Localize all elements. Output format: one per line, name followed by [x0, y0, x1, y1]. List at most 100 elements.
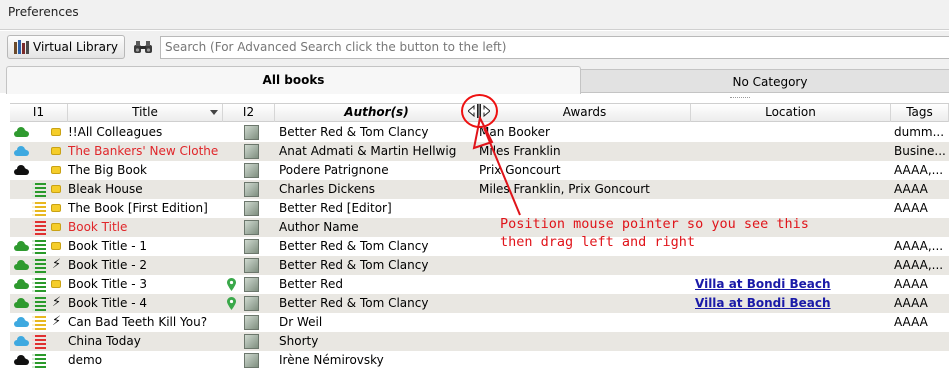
location-link[interactable]: Villa at Bondi Beach: [695, 277, 831, 291]
author-cell: Better Red [Editor]: [279, 201, 392, 215]
yellow-status-icon: [51, 204, 61, 212]
list-icon: [32, 354, 46, 368]
location-cell: [695, 123, 891, 142]
map-pin-icon: [227, 278, 236, 291]
sort-descending-icon: [210, 110, 218, 115]
yellow-status-icon: [51, 280, 61, 288]
title-cell: Book Title - 4: [68, 296, 147, 310]
virtual-library-button[interactable]: Virtual Library: [7, 35, 125, 59]
author-cell: Better Red & Tom Clancy: [279, 258, 429, 272]
books-icon: [14, 40, 29, 54]
preferences-title[interactable]: Preferences: [8, 5, 79, 19]
table-row[interactable]: demo Irène Némirovsky: [10, 351, 949, 370]
author-avatar: [244, 144, 259, 159]
author-cell: Better Red: [279, 277, 343, 291]
tags-cell: AAAA: [894, 182, 928, 196]
list-icon: [32, 259, 46, 273]
tags-cell: AAAA,...: [894, 163, 944, 177]
list-icon: [32, 202, 46, 216]
location-cell: Villa at Bondi Beach: [695, 275, 891, 294]
yellow-status-icon: [51, 147, 61, 155]
column-header-i2[interactable]: I2: [223, 104, 275, 122]
column-header-i1[interactable]: I1: [10, 104, 68, 122]
list-icon: [32, 240, 46, 254]
column-header-location[interactable]: Location: [691, 104, 891, 122]
tab-all-books[interactable]: All books: [6, 66, 581, 94]
author-avatar: [244, 220, 259, 235]
cloud-sync-icon: [14, 317, 29, 327]
author-avatar: [244, 163, 259, 178]
author-avatar: [244, 201, 259, 216]
awards-cell: [479, 294, 691, 313]
location-cell: [695, 142, 891, 161]
awards-cell: [479, 256, 691, 275]
title-cell: The Big Book: [68, 163, 147, 177]
author-avatar: [244, 258, 259, 273]
yellow-status-icon: [51, 128, 61, 136]
map-pin-icon: [227, 297, 236, 310]
tags-cell: AAAA,...: [894, 239, 944, 253]
lightning-icon: ⚡: [52, 314, 62, 329]
tags-cell: AAAA: [894, 277, 928, 291]
title-cell: demo: [68, 353, 103, 367]
cloud-sync-icon: [14, 279, 29, 289]
list-icon: [32, 278, 46, 292]
author-cell: Author Name: [279, 220, 359, 234]
location-cell: [695, 161, 891, 180]
cloud-sync-icon: [14, 146, 29, 156]
location-link[interactable]: Villa at Bondi Beach: [695, 296, 831, 310]
column-header-tags[interactable]: Tags: [891, 104, 949, 122]
table-row[interactable]: Book Title - 3 Better Red Villa at Bondi B…: [10, 275, 949, 294]
title-cell: Book Title - 1: [68, 239, 147, 253]
table-row[interactable]: ⚡ Book Title - 2 Better Red & Tom Clancy AA…: [10, 256, 949, 275]
awards-cell: [479, 351, 691, 370]
column-header-title-label: Title: [132, 105, 158, 119]
column-header-authors[interactable]: Author(s): [275, 104, 479, 122]
tags-cell: Busine...: [894, 144, 946, 158]
list-icon: [32, 335, 46, 349]
table-row[interactable]: ⚡ Book Title - 4 Better Red & Tom Clancy Vi…: [10, 294, 949, 313]
table-row[interactable]: China Today Shorty: [10, 332, 949, 351]
title-cell: The Book [First Edition]: [68, 201, 208, 215]
author-avatar: [244, 334, 259, 349]
virtual-library-label: Virtual Library: [33, 40, 118, 54]
awards-cell: [479, 313, 691, 332]
author-cell: Shorty: [279, 334, 319, 348]
cloud-sync-icon: [14, 355, 29, 365]
yellow-status-icon: [51, 242, 61, 250]
column-header-title[interactable]: Title: [68, 104, 223, 122]
yellow-status-icon: [51, 223, 61, 231]
list-icon: [32, 316, 46, 330]
cloud-sync-icon: [14, 260, 29, 270]
list-icon: [32, 297, 46, 311]
splitter-handle[interactable]: [730, 97, 750, 99]
tab-no-category[interactable]: No Category: [580, 69, 949, 93]
search-input[interactable]: Search (For Advanced Search click the bu…: [160, 36, 949, 59]
table-row[interactable]: ⚡ Can Bad Teeth Kill You? Dr Weil AAAA: [10, 313, 949, 332]
lightning-icon: ⚡: [52, 295, 62, 310]
awards-cell: [479, 332, 691, 351]
tags-cell: [894, 351, 949, 370]
author-cell: Dr Weil: [279, 315, 323, 329]
cloud-sync-icon: [14, 336, 29, 346]
author-avatar: [244, 182, 259, 197]
tags-cell: AAAA: [894, 315, 928, 329]
author-cell: Better Red & Tom Clancy: [279, 296, 429, 310]
title-cell: Can Bad Teeth Kill You?: [68, 315, 208, 329]
title-cell: !!All Colleagues: [68, 125, 163, 139]
author-avatar: [244, 239, 259, 254]
location-cell: [695, 256, 891, 275]
title-cell: Book Title: [68, 220, 128, 234]
location-cell: [695, 332, 891, 351]
location-cell: Villa at Bondi Beach: [695, 294, 891, 313]
cloud-sync-icon: [14, 165, 29, 175]
tags-cell: [894, 218, 949, 237]
advanced-search-button[interactable]: [130, 35, 156, 59]
author-avatar: [244, 296, 259, 311]
location-cell: [695, 180, 891, 199]
lightning-icon: ⚡: [52, 257, 62, 272]
title-cell: The Bankers' New Clothes: [68, 144, 218, 158]
yellow-status-icon: [51, 166, 61, 174]
preferences-bar: Preferences: [0, 0, 949, 30]
title-cell: Book Title - 3: [68, 277, 147, 291]
